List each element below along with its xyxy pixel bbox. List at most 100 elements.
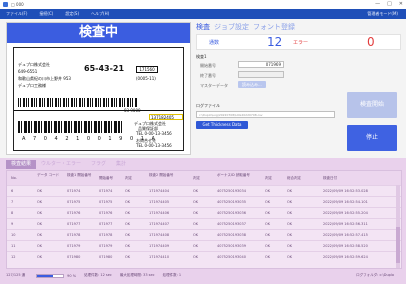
results-table: No. データ コード 検査1 開始番号 開始番号 判定 検査2 開始番号 判定… xyxy=(6,170,402,269)
tab-font-register[interactable]: フォント登録 xyxy=(253,22,295,32)
cell-no: 12 xyxy=(11,255,16,259)
cell-judge1: OK xyxy=(125,255,131,259)
start-inspection-button[interactable]: 検査開始 xyxy=(347,92,397,118)
label-tracking: (0005-11) xyxy=(136,76,156,81)
cell-inspect2-start: 171974408 xyxy=(149,233,170,237)
table-row[interactable]: 6 OK 071974 071974 OK 171974404 OK 407525019303… xyxy=(7,185,401,195)
end-no-field[interactable] xyxy=(238,71,284,78)
tab-flags[interactable]: フラグ xyxy=(86,160,111,169)
status-max-time: 最大処理時間: 33 sec xyxy=(119,273,155,277)
col-judge2: 判定 xyxy=(193,176,200,180)
cell-data-code: OK xyxy=(37,200,43,204)
item-barcode xyxy=(18,121,122,133)
cell-inspect2-start: 171974405 xyxy=(149,200,170,204)
cell-no: 8 xyxy=(11,211,14,215)
cell-judge3: OK xyxy=(265,189,271,193)
window-controls: — □ ✕ xyxy=(375,1,403,7)
cell-start-no: 071976 xyxy=(99,211,113,215)
menu-settings[interactable]: 設定(S) xyxy=(65,11,79,17)
col-no: No. xyxy=(11,176,17,180)
label-divider xyxy=(14,110,183,111)
cell-data-code: OK xyxy=(37,255,43,259)
cell-data-code: OK xyxy=(37,222,43,226)
tab-results[interactable]: 検査結果 xyxy=(6,160,37,169)
cell-judge3: OK xyxy=(265,200,271,204)
inspecting-banner: 検査中 xyxy=(7,23,190,43)
log-file-label: ログファイル xyxy=(196,103,220,108)
cell-judge3: OK xyxy=(265,255,271,259)
inspection-panel: 検査 ジョブ設定 フォント登録 通数 12 エラー 0 検査1 開始番号 071… xyxy=(196,20,401,155)
menu-help[interactable]: ヘルプ(H) xyxy=(91,11,109,17)
cell-judge3: OK xyxy=(265,222,271,226)
cell-start-no: 071977 xyxy=(99,222,113,226)
cell-start-no: 071978 xyxy=(99,233,113,237)
menu-bar: ファイル(F) 接続(C) 設定(S) ヘルプ(H) 管理者モード(M) xyxy=(0,9,406,19)
label-preview-panel: 検査中 デュプロ株式会社 65-43-21 649-6551 171560 和歌… xyxy=(6,22,191,155)
maximize-icon[interactable]: □ xyxy=(387,1,392,7)
table-row[interactable]: 11 OK 071979 071979 OK 171974409 OK 40752501930… xyxy=(7,240,401,250)
cell-judge3: OK xyxy=(265,233,271,237)
cell-overall: OK xyxy=(287,233,293,237)
scrollbar-thumb[interactable] xyxy=(396,227,400,263)
col-inspect1-start: 検査1 開始番号 xyxy=(67,173,92,177)
status-bar: 127/125 通 90 % 処理件数: 12 sec 最大処理時間: 33 s… xyxy=(6,271,402,280)
count-display: 通数 12 エラー 0 xyxy=(196,34,401,50)
get-thickness-button[interactable]: Get Thickness Data xyxy=(196,121,248,129)
cell-date: 2022/09/09 16:52:55.204 xyxy=(323,211,368,215)
menu-file[interactable]: ファイル(F) xyxy=(6,11,27,17)
stop-button[interactable]: 停止 xyxy=(347,125,397,151)
cell-judge1: OK xyxy=(125,211,131,215)
start-no-label: 開始番号 xyxy=(200,63,216,68)
master-data-label: マスターデータ xyxy=(200,83,228,88)
cell-bonus-id: 4075250193036 xyxy=(217,211,246,215)
log-file-path[interactable]: c:\Duplo\Log\20220708\LOG20220708.csv xyxy=(196,111,335,118)
cell-inspect2-start: 171974410 xyxy=(149,255,170,259)
cell-bonus-id: 4075250193038 xyxy=(217,233,246,237)
cell-no: 10 xyxy=(11,233,16,237)
col-start-no: 開始番号 xyxy=(99,176,113,180)
close-icon[interactable]: ✕ xyxy=(399,1,403,7)
col-judge3: 判定 xyxy=(265,176,272,180)
cell-bonus-id: 4075250193035 xyxy=(217,200,246,204)
label-dept: デュプロ工務様 xyxy=(18,83,46,88)
error-label: エラー xyxy=(293,40,309,46)
cell-judge2: OK xyxy=(193,233,199,237)
app-icon xyxy=(3,2,8,7)
section-inspection1: 検査1 xyxy=(196,54,207,59)
table-header: No. データ コード 検査1 開始番号 開始番号 判定 検査2 開始番号 判定… xyxy=(7,171,401,185)
table-row[interactable]: 12 OK 071980 071980 OK 171974410 OK 40752501930… xyxy=(7,251,401,261)
tab-job-settings[interactable]: ジョブ設定 xyxy=(214,22,249,32)
tab-inspection[interactable]: 検査 xyxy=(196,22,210,32)
menu-connect[interactable]: 接続(C) xyxy=(39,11,53,17)
cell-overall: OK xyxy=(287,244,293,248)
cell-judge2: OK xyxy=(193,200,199,204)
cell-data-code: OK xyxy=(37,233,43,237)
progress-bar xyxy=(36,273,65,278)
minimize-icon[interactable]: — xyxy=(375,1,380,7)
status-count: 処理件数: 1 xyxy=(162,273,182,277)
tab-summary[interactable]: 集計 xyxy=(111,160,131,169)
tab-errors[interactable]: ウルター・エラー xyxy=(36,160,86,169)
admin-mode-link[interactable]: 管理者モード(M) xyxy=(367,11,398,17)
col-data-code: データ コード xyxy=(37,173,60,177)
table-scrollbar[interactable] xyxy=(396,185,400,268)
label-image: デュプロ株式会社 65-43-21 649-6551 171560 和歌山県紀の… xyxy=(13,47,184,151)
cell-overall: OK xyxy=(287,189,293,193)
table-row[interactable]: 7 OK 071975 071975 OK 171974405 OK 407525019303… xyxy=(7,196,401,206)
cell-inspect1-start: 071978 xyxy=(67,233,81,237)
start-no-field[interactable]: 071969 xyxy=(238,61,284,68)
cell-inspect1-start: 071980 xyxy=(67,255,81,259)
app-window: □ 000 — □ ✕ ファイル(F) 接続(C) 設定(S) ヘルプ(H) 管… xyxy=(0,0,406,284)
label-company: デュプロ株式会社 xyxy=(18,62,50,67)
table-row[interactable]: 8 OK 071976 071976 OK 171974406 OK 407525019303… xyxy=(7,207,401,217)
label-postal: 649-6551 xyxy=(18,69,38,74)
col-date: 検査日付 xyxy=(323,176,337,180)
cell-start-no: 071974 xyxy=(99,189,113,193)
load-master-button[interactable]: 読み込み... xyxy=(238,81,266,88)
table-row[interactable]: 10 OK 071978 071978 OK 171974408 OK 40752501930… xyxy=(7,229,401,239)
table-row[interactable]: 9 OK 071977 071977 OK 171974407 OK 407525019303… xyxy=(7,218,401,228)
cell-date: 2022/09/09 16:52:53.028 xyxy=(323,189,368,193)
cell-judge2: OK xyxy=(193,255,199,259)
cell-judge2: OK xyxy=(193,222,199,226)
cell-judge1: OK xyxy=(125,233,131,237)
